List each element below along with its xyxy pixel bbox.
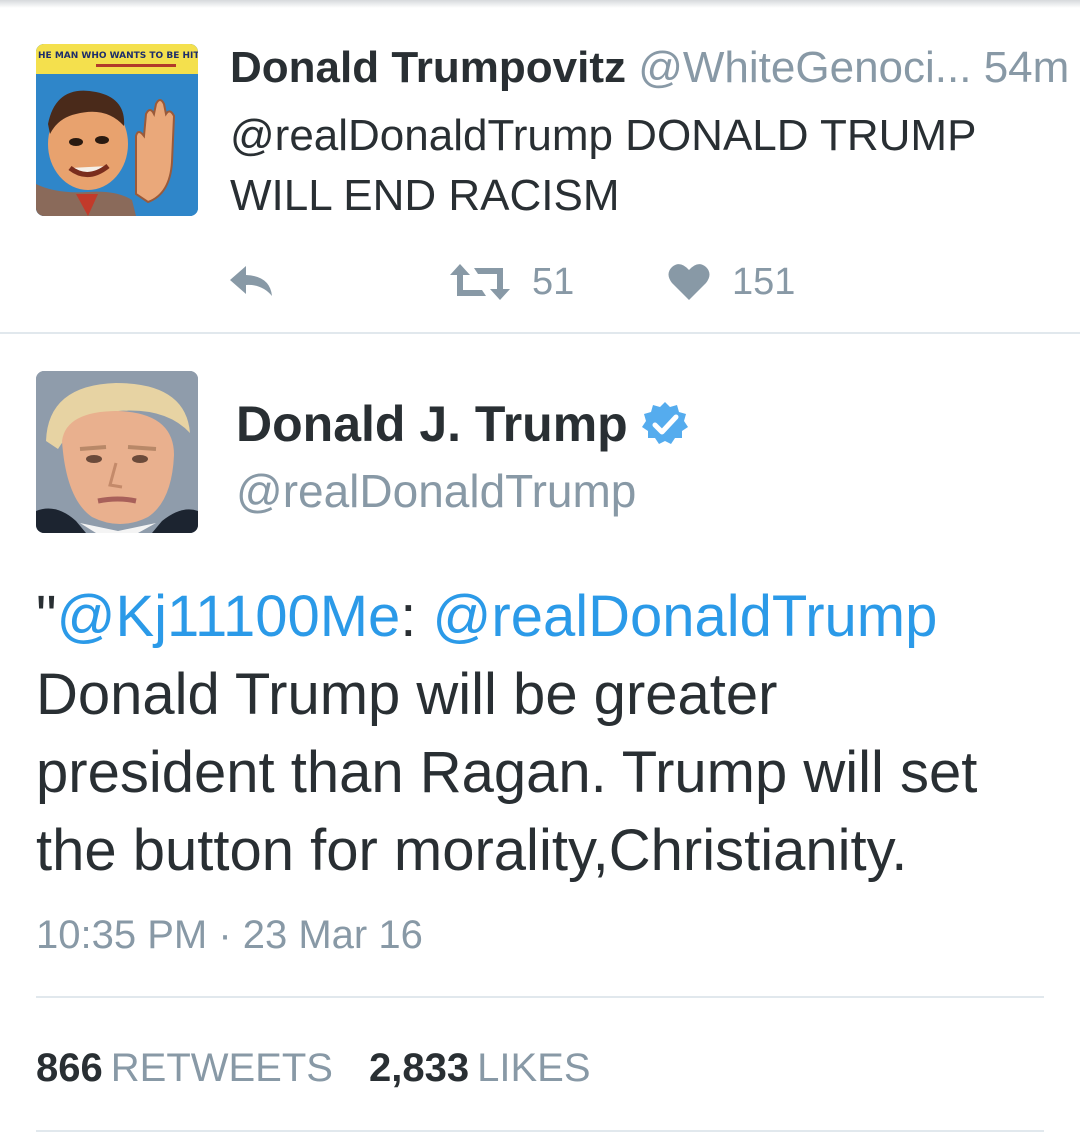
user-handle[interactable]: @WhiteGenoci... (638, 43, 971, 92)
tweet-text: "@Kj11100Me: @realDonaldTrump Donald Tru… (36, 578, 1046, 890)
avatar-magazine-cover-image: HE MAN WHO WANTS TO BE HITLE (36, 44, 198, 216)
retweet-icon (450, 264, 510, 300)
reply-button[interactable] (228, 254, 276, 310)
author-name-row: Donald J. Trump (236, 394, 688, 454)
reply-tweet-header: Donald Trumpovitz @WhiteGenoci... 54m (230, 40, 1069, 96)
heart-icon (668, 264, 710, 300)
like-count: 151 (732, 260, 796, 303)
retweets-stat[interactable]: 866 RETWEETS (36, 1046, 333, 1090)
colon-separator: : (400, 584, 433, 649)
retweet-button[interactable]: 51 (450, 254, 574, 310)
mention-link[interactable]: @Kj11100Me (57, 584, 401, 649)
likes-stat[interactable]: 2,833 LIKES (369, 1046, 591, 1090)
reply-icon (230, 266, 272, 296)
retweet-count: 51 (532, 260, 575, 303)
avatar[interactable] (36, 371, 198, 533)
tweet-text: @realDonaldTrump DONALD TRUMP WILL END R… (230, 111, 976, 220)
mention-link[interactable]: @realDonaldTrump (433, 584, 938, 649)
user-handle[interactable]: @realDonaldTrump (236, 462, 636, 520)
display-name[interactable]: Donald Trumpovitz (230, 43, 626, 92)
likes-label: LIKES (477, 1046, 591, 1090)
tweet-time[interactable]: 54m (984, 43, 1070, 92)
verified-badge-icon (641, 402, 688, 444)
avatar-caption: HE MAN WHO WANTS TO BE HITLE (38, 51, 198, 61)
tweet-text-line-3: president than Ragan. Trump will set (36, 740, 978, 805)
tweet-text-line-1: "@Kj11100Me: @realDonaldTrump (36, 578, 1046, 656)
bottom-divider (36, 1130, 1044, 1132)
tweet-stats: 866 RETWEETS 2,833 LIKES (36, 1043, 591, 1093)
tweet-timestamp[interactable]: 10:35 PM · 23 Mar 16 (36, 910, 423, 960)
avatar-portrait-image (36, 371, 198, 533)
likes-count: 2,833 (368, 1046, 470, 1090)
retweets-count: 866 (36, 1046, 103, 1090)
like-button[interactable]: 151 (668, 254, 795, 310)
stats-divider (36, 996, 1044, 998)
open-quote: " (36, 584, 57, 649)
tweet-text-line-2: Donald Trump will be greater (36, 662, 778, 727)
avatar[interactable]: HE MAN WHO WANTS TO BE HITLE (36, 44, 198, 216)
display-name[interactable]: Donald J. Trump (236, 394, 628, 454)
top-edge-shadow (0, 0, 1080, 8)
retweets-label: RETWEETS (110, 1046, 333, 1090)
tweet-divider (0, 332, 1080, 334)
reply-tweet[interactable]: HE MAN WHO WANTS TO BE HITLE Donald Trum… (0, 10, 1080, 332)
tweet-text-line-4: the button for morality,Christianity. (36, 818, 908, 883)
